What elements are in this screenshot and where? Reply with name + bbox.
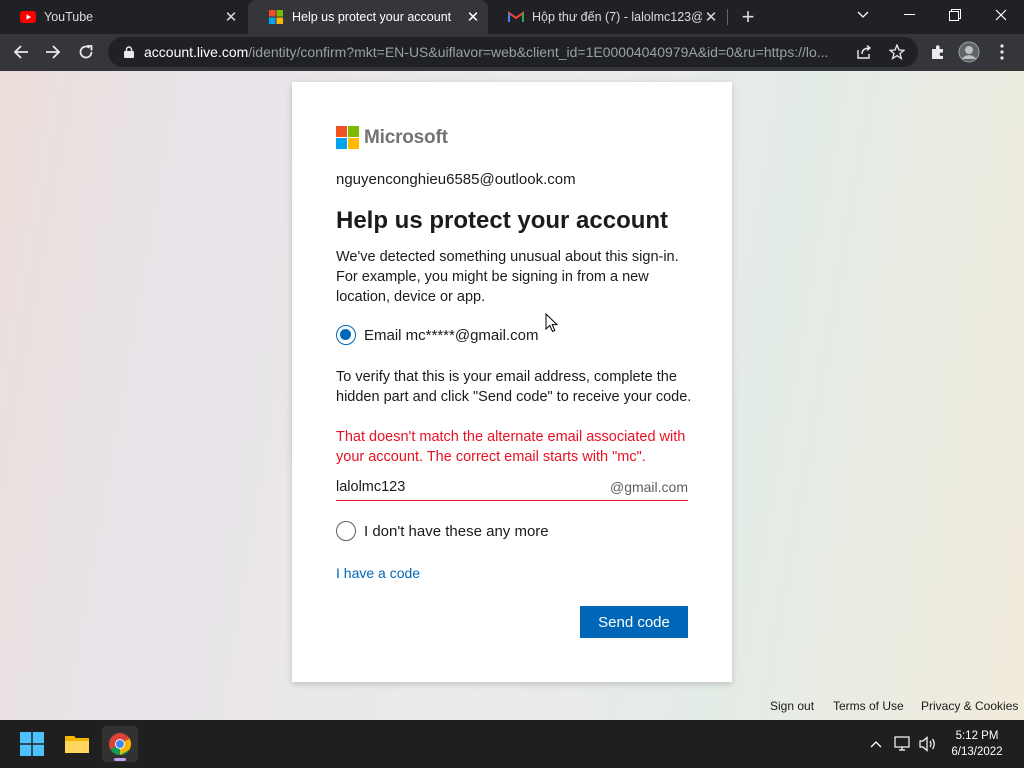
- option-none[interactable]: I don't have these any more: [336, 521, 549, 541]
- file-explorer-icon[interactable]: [59, 726, 95, 762]
- email-domain-suffix: @gmail.com: [609, 478, 688, 495]
- tab-title: Help us protect your account: [292, 10, 452, 24]
- gmail-icon: [508, 9, 524, 25]
- start-icon[interactable]: [14, 726, 50, 762]
- url-text: account.live.com/identity/confirm?mkt=EN…: [144, 44, 844, 60]
- tab-gmail[interactable]: Hộp thư đến (7) - lalolmc123@gm ✕: [488, 0, 726, 34]
- lock-icon[interactable]: [114, 46, 144, 58]
- tab-title: YouTube: [44, 10, 94, 24]
- close-tab-icon[interactable]: ✕: [702, 8, 720, 26]
- clock-time: 5:12 PM: [955, 730, 999, 742]
- address-bar[interactable]: account.live.com/identity/confirm?mkt=EN…: [108, 37, 918, 67]
- close-window-icon[interactable]: [978, 0, 1024, 30]
- mouse-cursor-icon: [545, 313, 559, 333]
- account-email: nguyenconghieu6585@outlook.com: [336, 171, 576, 188]
- email-option-label: Email mc*****@gmail.com: [364, 326, 539, 344]
- tab-search-icon[interactable]: [840, 0, 886, 30]
- menu-kebab-icon[interactable]: [990, 40, 1014, 64]
- clock-date: 6/13/2022: [951, 746, 1003, 758]
- page-content: Microsoft nguyenconghieu6585@outlook.com…: [0, 71, 1024, 720]
- extensions-icon[interactable]: [926, 40, 950, 64]
- terms-link[interactable]: Terms of Use: [833, 699, 904, 713]
- page-title: Help us protect your account: [336, 207, 669, 234]
- email-field-value[interactable]: lalolmc123: [336, 479, 610, 495]
- taskbar: 5:12 PM 6/13/2022: [0, 720, 1024, 768]
- url-host: account.live.com: [144, 44, 249, 60]
- verification-card: Microsoft nguyenconghieu6585@outlook.com…: [292, 82, 732, 682]
- browser-tabstrip: YouTube ✕ Help us protect your account ✕…: [0, 0, 1024, 34]
- description-text: We've detected something unusual about t…: [336, 249, 679, 305]
- share-icon[interactable]: [854, 43, 874, 61]
- network-icon[interactable]: [893, 734, 913, 754]
- active-app-indicator: [114, 758, 126, 761]
- restore-icon[interactable]: [932, 0, 978, 30]
- tab-separator: [727, 9, 728, 25]
- chrome-icon[interactable]: [102, 726, 138, 762]
- send-code-button[interactable]: Send code: [580, 606, 688, 638]
- url-path: /identity/confirm?mkt=EN-US&uiflavor=web…: [248, 44, 829, 60]
- tab-help-protect[interactable]: Help us protect your account ✕: [248, 0, 488, 34]
- volume-icon[interactable]: [918, 734, 938, 754]
- brand-name: Microsoft: [364, 126, 448, 148]
- browser-toolbar: account.live.com/identity/confirm?mkt=EN…: [0, 34, 1024, 71]
- reload-icon[interactable]: [72, 38, 100, 66]
- microsoft-logo: Microsoft: [336, 126, 448, 149]
- sign-out-link[interactable]: Sign out: [770, 699, 814, 713]
- taskbar-clock[interactable]: 5:12 PM 6/13/2022: [944, 728, 1010, 760]
- verify-instructions: To verify that this is your email addres…: [336, 369, 692, 405]
- bookmark-star-icon[interactable]: [887, 43, 907, 61]
- have-code-link[interactable]: I have a code: [336, 565, 420, 581]
- email-field[interactable]: lalolmc123 @gmail.com: [336, 473, 688, 501]
- minimize-icon[interactable]: [886, 0, 932, 30]
- no-options-label: I don't have these any more: [364, 522, 549, 540]
- forward-icon[interactable]: [39, 38, 67, 66]
- option-email[interactable]: Email mc*****@gmail.com: [336, 325, 538, 345]
- microsoft-icon: [268, 9, 284, 25]
- tab-youtube[interactable]: YouTube ✕: [0, 0, 246, 34]
- chevron-up-icon[interactable]: [866, 734, 886, 754]
- back-icon[interactable]: [7, 38, 35, 66]
- microsoft-logo-icon: [336, 126, 359, 149]
- email-option-radio[interactable]: [336, 325, 356, 345]
- close-tab-icon[interactable]: ✕: [464, 8, 482, 26]
- error-message: That doesn't match the alternate email a…: [336, 429, 686, 465]
- no-options-radio[interactable]: [336, 521, 356, 541]
- close-tab-icon[interactable]: ✕: [222, 8, 240, 26]
- youtube-icon: [20, 9, 36, 25]
- privacy-link[interactable]: Privacy & Cookies: [921, 699, 1018, 713]
- tab-title: Hộp thư đến (7) - lalolmc123@gm: [532, 10, 702, 24]
- profile-avatar[interactable]: [957, 40, 981, 64]
- new-tab-button[interactable]: +: [736, 4, 760, 30]
